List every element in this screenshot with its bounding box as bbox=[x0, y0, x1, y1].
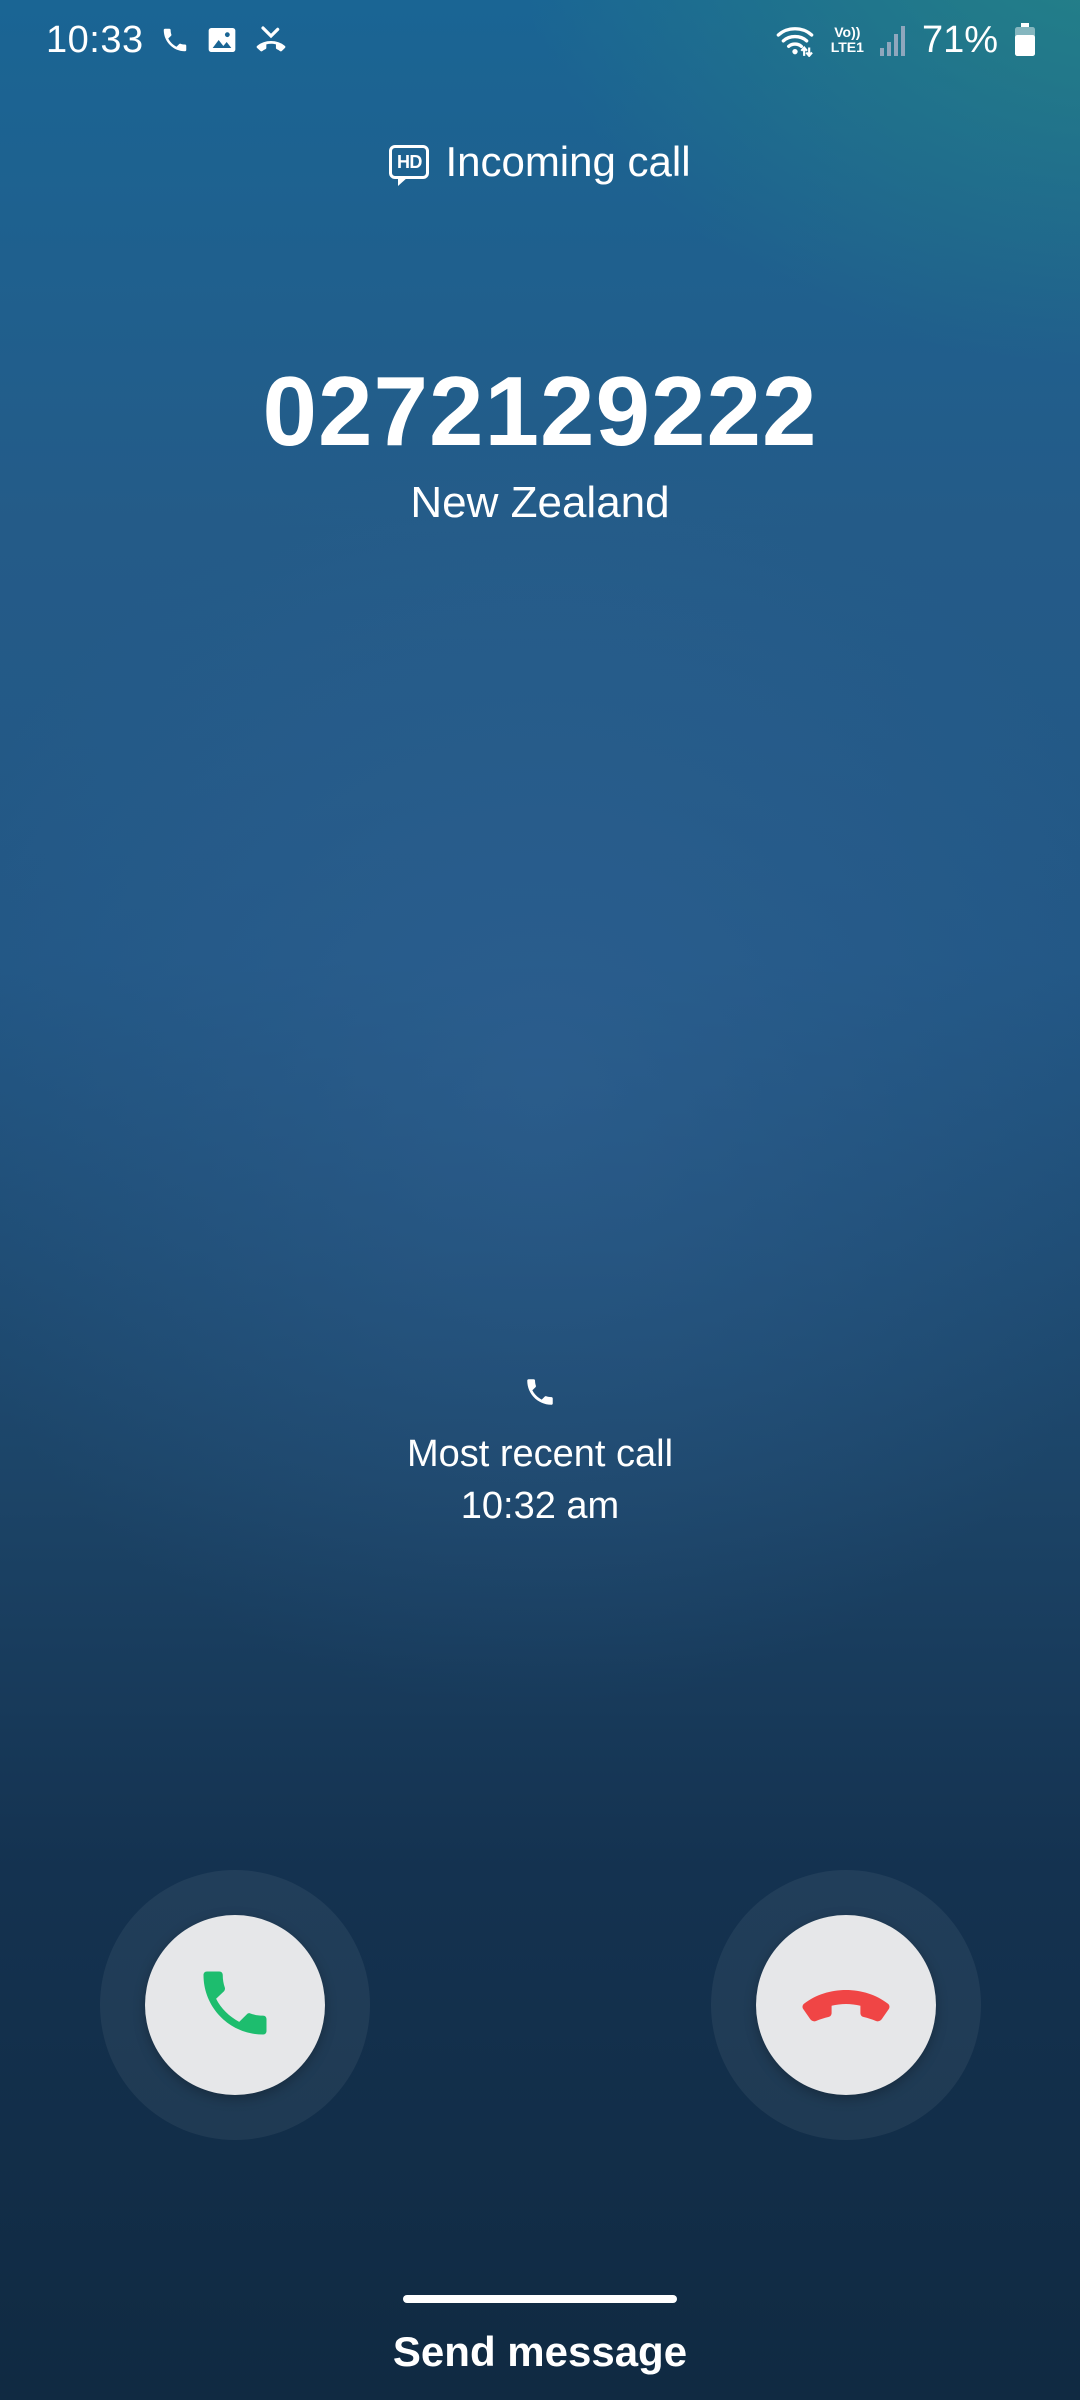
send-message-button[interactable]: Send message bbox=[0, 2328, 1080, 2376]
call-status-label: Incoming call bbox=[445, 138, 691, 185]
caller-number: 0272129222 bbox=[262, 356, 818, 466]
phone-icon bbox=[160, 25, 190, 55]
end-call-icon bbox=[798, 1955, 894, 2056]
caller-region: New Zealand bbox=[410, 478, 670, 527]
hd-voice-icon: HD bbox=[389, 145, 430, 186]
recent-call-info: Most recent call 10:32 am bbox=[0, 1375, 1080, 1532]
volte-icon: Vo)) LTE1 bbox=[831, 25, 864, 55]
missed-call-icon bbox=[254, 24, 288, 56]
signal-icon bbox=[879, 24, 906, 56]
status-left: 10:33 bbox=[46, 19, 288, 62]
decline-call-area[interactable] bbox=[711, 1870, 981, 2140]
send-message-handle[interactable] bbox=[403, 2295, 677, 2303]
call-status-row: HD Incoming call bbox=[0, 138, 1080, 186]
volte-top: Vo)) bbox=[834, 24, 861, 40]
wifi-icon bbox=[775, 23, 815, 57]
battery-percent: 71% bbox=[921, 18, 998, 61]
status-bar: 10:33 Vo)) LTE1 71% bbox=[0, 0, 1080, 80]
accept-phone-icon bbox=[193, 1961, 277, 2050]
gallery-icon bbox=[206, 24, 238, 56]
volte-bottom: LTE1 bbox=[830, 39, 864, 55]
battery-icon bbox=[1014, 23, 1036, 57]
recent-call-time: 10:32 am bbox=[460, 1485, 620, 1527]
phone-icon bbox=[523, 1375, 557, 1414]
recent-call-label: Most recent call bbox=[406, 1433, 674, 1475]
accept-call-button[interactable] bbox=[145, 1915, 325, 2095]
status-right: Vo)) LTE1 71% bbox=[775, 19, 1036, 62]
accept-call-area[interactable] bbox=[100, 1870, 370, 2140]
status-time: 10:33 bbox=[46, 18, 144, 61]
decline-call-button[interactable] bbox=[756, 1915, 936, 2095]
